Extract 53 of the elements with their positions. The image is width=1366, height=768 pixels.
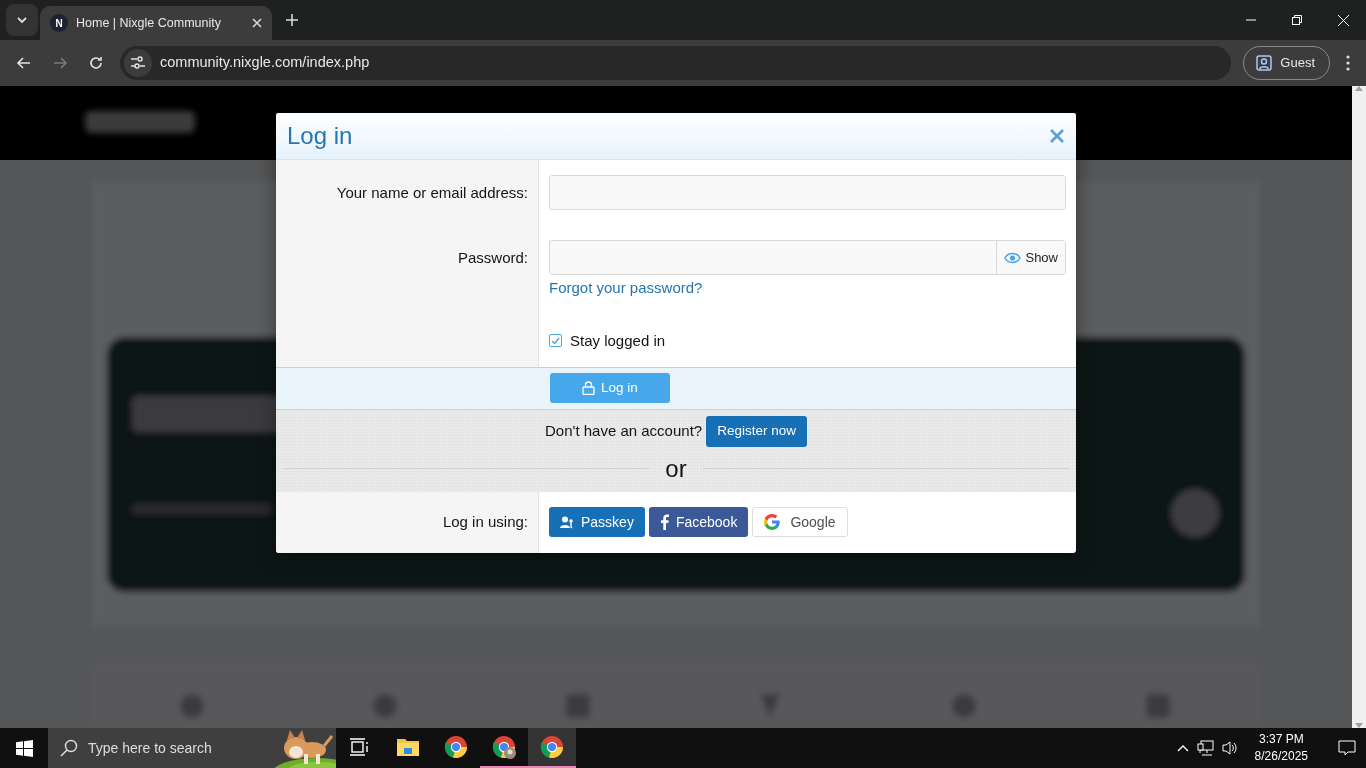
address-bar[interactable]: community.nixgle.com/index.php: [120, 46, 1232, 80]
eye-icon: [1004, 251, 1022, 264]
close-button[interactable]: [1049, 128, 1065, 144]
tab-title: Home | Nixgle Community: [76, 14, 222, 32]
windows-icon: [15, 739, 33, 757]
new-tab-icon[interactable]: [286, 14, 298, 26]
chevron-down-icon: [16, 14, 28, 26]
checkbox-label: Stay logged in: [570, 330, 666, 351]
lock-icon: [582, 381, 596, 395]
favicon: N: [50, 14, 68, 32]
menu-icon[interactable]: [1346, 55, 1350, 71]
reload-icon: [88, 55, 104, 71]
site-settings-icon[interactable]: [130, 56, 146, 70]
google-icon: [764, 514, 781, 530]
arrow-left-icon: [16, 55, 32, 71]
chrome-icon: [444, 735, 468, 759]
person-icon: [1256, 55, 1273, 71]
google-button[interactable]: Google: [752, 507, 848, 537]
task-view-icon: [350, 738, 370, 756]
chrome-icon: [492, 735, 516, 759]
clock-date: 8/26/2025: [1254, 748, 1308, 765]
provider-label: Log in using:: [442, 511, 528, 532]
notification-icon[interactable]: [1338, 740, 1356, 756]
password-field[interactable]: Show: [549, 240, 1066, 275]
facebook-button[interactable]: Facebook: [648, 507, 749, 537]
arrow-right-icon: [52, 55, 68, 71]
field-label: Your name or email address:: [336, 183, 528, 203]
person-key-icon: [560, 515, 574, 529]
email-field[interactable]: [549, 175, 1066, 210]
url-text: community.nixgle.com/index.php: [160, 53, 370, 73]
forgot-password-link[interactable]: Forgot your password?: [549, 277, 703, 300]
facebook-icon: [659, 514, 669, 530]
register-button[interactable]: Register now: [706, 415, 807, 447]
dialog-title: Log in: [287, 121, 353, 151]
chrome-icon: [540, 735, 564, 759]
chevron-up-icon[interactable]: [1176, 744, 1189, 752]
browser-tab[interactable]: N Home | Nixgle Community: [40, 6, 272, 40]
checkbox[interactable]: [549, 334, 562, 347]
tab-search-button[interactable]: [6, 4, 38, 36]
folder-icon: [396, 737, 420, 757]
restore-icon[interactable]: [1292, 15, 1302, 25]
network-icon[interactable]: [1196, 740, 1214, 756]
clock-time: 3:37 PM: [1257, 731, 1305, 748]
volume-icon[interactable]: [1221, 740, 1239, 756]
field-label: Password:: [457, 248, 528, 268]
register-prompt: Don't have an account?: [545, 420, 703, 441]
search-box[interactable]: Type here to search: [48, 728, 336, 768]
close-icon[interactable]: [252, 18, 262, 28]
show-password-button[interactable]: Show: [996, 241, 1065, 274]
taskbar-app[interactable]: [528, 728, 576, 768]
divider-text: or: [665, 453, 687, 484]
passkey-button[interactable]: Passkey: [549, 507, 645, 537]
search-icon: [60, 739, 78, 757]
